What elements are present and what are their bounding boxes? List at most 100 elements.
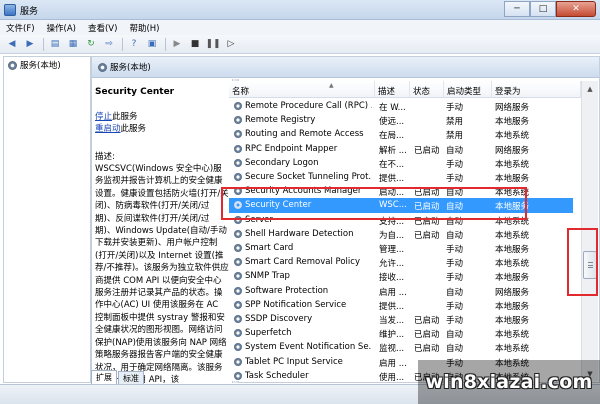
- restart-link-suffix: 此服务: [120, 124, 147, 134]
- service-name-cell: Shell Hardware Detection: [234, 229, 372, 239]
- column-header-startup[interactable]: 启动类型: [444, 81, 492, 98]
- service-logon-cell: 本地系统: [495, 159, 530, 170]
- pane-header: 服务(本地): [92, 57, 599, 78]
- service-startup-cell: 手动: [446, 273, 464, 284]
- maximize-button[interactable]: □: [530, 1, 556, 17]
- scroll-up-icon[interactable]: ▲: [582, 81, 598, 96]
- service-name-text: Tablet PC Input Service: [245, 356, 343, 367]
- properties-sheet-icon[interactable]: ▣: [146, 38, 158, 50]
- service-name-cell: SNMP Trap: [234, 271, 372, 281]
- service-name-text: Shell Hardware Detection: [245, 228, 354, 239]
- service-name-text: Smart Card Removal Policy: [245, 257, 360, 268]
- service-row[interactable]: Routing and Remote Access 在局... 禁用 本地系统: [229, 127, 573, 141]
- help-icon[interactable]: ?: [128, 38, 140, 50]
- service-gear-icon: [234, 343, 242, 352]
- service-gear-icon: [234, 201, 242, 210]
- service-row[interactable]: SSDP Discovery 当发... 已启动 手动 本地服务: [229, 312, 573, 326]
- service-logon-cell: 本地服务: [495, 202, 530, 213]
- description-label: 描述:: [95, 152, 115, 162]
- service-row[interactable]: Smart Card 管理... 手动 本地服务: [229, 241, 573, 255]
- service-startup-cell: 手动: [446, 245, 464, 255]
- restart-service-icon[interactable]: ▷: [225, 38, 237, 50]
- service-name-cell: Smart Card Removal Policy: [234, 257, 372, 267]
- scroll-thumb[interactable]: [583, 251, 597, 279]
- menu-action[interactable]: 操作(A): [47, 22, 76, 34]
- service-name-text: Remote Registry: [245, 115, 316, 126]
- vertical-scrollbar[interactable]: ▲ ▼: [581, 81, 598, 381]
- column-header-logon[interactable]: 登录为: [492, 81, 581, 98]
- service-row[interactable]: SPP Notification Service 提供... 手动 本地服务: [229, 298, 573, 312]
- menu-file[interactable]: 文件(F): [6, 22, 35, 34]
- service-desc-cell: 使用...: [379, 372, 405, 381]
- service-row[interactable]: RPC Endpoint Mapper 解析 ... 已启动 自动 网络服务: [229, 142, 573, 156]
- pause-service-icon[interactable]: ❚❚: [205, 38, 220, 50]
- service-startup-cell: 自动: [446, 145, 464, 156]
- service-gear-icon: [234, 244, 242, 252]
- stop-service-link[interactable]: 停止: [95, 112, 112, 122]
- service-startup-cell: 手动: [446, 103, 464, 113]
- service-name-text: Security Center: [245, 200, 312, 211]
- console-tree-icon[interactable]: ▤: [49, 38, 61, 50]
- service-name-text: Task Scheduler: [245, 370, 309, 381]
- minimize-button[interactable]: ─: [504, 1, 530, 17]
- column-header-name[interactable]: 名称 ▲: [229, 81, 375, 98]
- window-title: 服务: [20, 7, 39, 17]
- service-name-cell: Software Protection: [234, 286, 372, 296]
- service-logon-cell: 本地系统: [495, 131, 530, 142]
- stop-service-icon[interactable]: ■: [189, 38, 201, 50]
- service-row[interactable]: Secondary Logon 在不... 手动 本地系统: [229, 156, 573, 170]
- toolbar-separator: [43, 37, 44, 51]
- forward-icon[interactable]: ▶: [24, 38, 36, 50]
- service-row[interactable]: Smart Card Removal Policy 允许... 手动 本地系统: [229, 255, 573, 269]
- service-logon-cell: 本地服务: [495, 245, 530, 255]
- restart-service-link[interactable]: 重启动: [95, 124, 121, 134]
- toolbar: ◀ ▶ ▤ ▦ ↻ ⇨ ? ▣ ▶ ■ ❚❚ ▷: [0, 35, 600, 54]
- service-description: WSCSVC(Windows 安全中心)服务监视并报告计算机上的安全健康设置。健…: [95, 164, 229, 383]
- service-row[interactable]: Remote Procedure Call (RPC) ... 在 W... 手动 网…: [229, 99, 573, 113]
- service-row[interactable]: Security Center WSC... 已启动 自动 本地服务: [229, 198, 573, 213]
- service-row[interactable]: Security Accounts Manager 启动... 已启动 自动 本地系统: [229, 184, 573, 198]
- service-desc-cell: 提供...: [379, 301, 405, 312]
- service-gear-icon: [234, 258, 242, 267]
- service-startup-cell: 手动: [446, 259, 464, 270]
- service-row[interactable]: Server 支持... 已启动 自动 本地系统: [229, 213, 573, 227]
- service-gear-icon: [234, 144, 242, 153]
- back-icon[interactable]: ◀: [6, 38, 18, 50]
- tab-standard[interactable]: 标准: [118, 371, 144, 384]
- tab-extended[interactable]: 扩展: [91, 370, 117, 384]
- service-row[interactable]: Secure Socket Tunneling Prot... 提供... 手动 本地…: [229, 170, 573, 184]
- service-status-cell: 已启动: [414, 145, 440, 156]
- service-desc-cell: 启用 ...: [379, 358, 407, 369]
- service-name-text: Software Protection: [245, 285, 329, 296]
- service-name-text: Remote Procedure Call (RPC) ...: [245, 101, 372, 111]
- service-name-cell: Task Scheduler: [234, 371, 372, 381]
- start-service-icon[interactable]: ▶: [171, 38, 183, 50]
- close-button[interactable]: ✕: [556, 1, 596, 17]
- service-name-cell: SSDP Discovery: [234, 314, 372, 324]
- menu-help[interactable]: 帮助(H): [129, 22, 159, 34]
- service-logon-cell: 本地系统: [495, 344, 530, 355]
- service-row[interactable]: Shell Hardware Detection 为自... 已启动 自动 本地系统: [229, 227, 573, 241]
- service-status-cell: 已启动: [414, 216, 440, 227]
- export-icon[interactable]: ⇨: [103, 38, 115, 50]
- refresh-icon[interactable]: ↻: [85, 38, 97, 50]
- service-name-heading: Security Center: [95, 87, 175, 97]
- service-gear-icon: [234, 158, 242, 167]
- service-row[interactable]: Remote Registry 使远... 禁用 本地服务: [229, 113, 573, 127]
- service-name-cell: Tablet PC Input Service: [234, 357, 372, 367]
- menu-view[interactable]: 查看(V): [88, 22, 117, 34]
- toolbar-separator: [122, 37, 123, 51]
- column-header-status[interactable]: 状态: [410, 81, 444, 98]
- properties-icon[interactable]: ▦: [67, 38, 79, 50]
- service-logon-cell: 网络服务: [495, 103, 530, 113]
- service-row[interactable]: System Event Notification Se... 监视... 已启动自…: [229, 340, 573, 354]
- tree-item-services-local[interactable]: 服务(本地): [8, 59, 61, 71]
- service-desc-cell: 使远...: [379, 117, 405, 128]
- service-row[interactable]: SNMP Trap 接收... 手动 本地服务: [229, 269, 573, 283]
- service-row[interactable]: Superfetch 维护... 已启动 自动 本地系统: [229, 326, 573, 340]
- service-name-cell: Smart Card: [234, 243, 372, 253]
- services-pane: 服务(本地) Security Center 停止此服务 重启动此服务 描述: …: [91, 56, 600, 383]
- service-startup-cell: 手动: [446, 159, 464, 170]
- service-row[interactable]: Software Protection 启用 ... 自动 网络服务: [229, 284, 573, 298]
- column-header-desc[interactable]: 描述: [375, 81, 410, 98]
